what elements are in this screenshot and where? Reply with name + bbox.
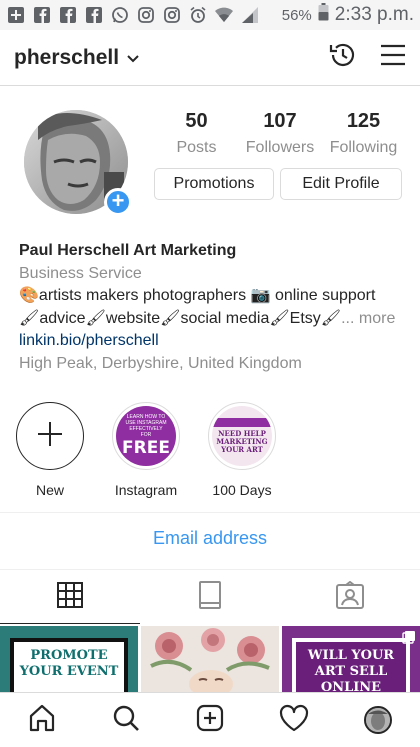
battery-level: 56%	[281, 6, 312, 24]
archive-history-icon[interactable]	[328, 40, 358, 75]
chevron-down-icon[interactable]	[127, 50, 139, 66]
instagram-icon	[162, 5, 182, 25]
alarm-icon	[188, 5, 208, 25]
profile-avatar-container[interactable]: +	[24, 110, 132, 216]
followers-count[interactable]: 107 Followers	[239, 110, 322, 157]
profile-header: pherschell	[0, 30, 420, 86]
carousel-icon	[402, 630, 416, 649]
highlight-cover-band	[212, 418, 272, 427]
post-text: PROMOTE YOUR EVENT	[10, 638, 128, 692]
highlight-circle[interactable]: LEARN HOW TO USE INSTAGRAM EFFECTIVELY F…	[112, 402, 180, 470]
activity-heart-icon	[279, 704, 309, 737]
search-icon	[112, 704, 140, 737]
post-text: WILL YOUR ART SELL ONLINE	[292, 638, 410, 692]
profile-tabs	[0, 570, 420, 624]
whatsapp-icon	[110, 5, 130, 25]
tagged-feed-icon	[198, 580, 222, 614]
instagram-icon	[136, 5, 156, 25]
facebook-icon	[32, 5, 52, 25]
highlight-cover: LEARN HOW TO USE INSTAGRAM EFFECTIVELY F…	[116, 406, 176, 466]
bottom-navigation	[0, 692, 420, 747]
tab-tagged[interactable]	[280, 570, 420, 624]
battery-icon	[318, 3, 329, 27]
highlight-cover-text: NEED HELP MARKETING YOUR ART	[216, 429, 268, 454]
nav-new-post[interactable]	[168, 693, 252, 747]
tab-grid[interactable]	[0, 570, 140, 624]
new-post-icon	[196, 704, 224, 737]
highlight-circle[interactable]	[16, 402, 84, 470]
stat-value: 125	[346, 110, 381, 132]
highlight-label: Instagram	[114, 482, 178, 498]
bio-line-2: 🖌advice🖌website🖌social media🖌Etsy🖌	[19, 309, 342, 327]
add-box-icon	[6, 5, 26, 25]
posts-count[interactable]: 50 Posts	[155, 110, 238, 157]
stat-label: Posts	[176, 139, 217, 156]
home-icon	[28, 704, 56, 737]
plus-icon	[37, 421, 63, 452]
stat-label: Followers	[245, 139, 315, 156]
nav-home[interactable]	[0, 693, 84, 747]
divider	[0, 512, 420, 513]
highlight-100-days[interactable]: NEED HELP MARKETING YOUR ART 100 Days	[192, 402, 292, 498]
nav-search[interactable]	[84, 693, 168, 747]
highlight-circle[interactable]: NEED HELP MARKETING YOUR ART	[208, 402, 276, 470]
email-address-button[interactable]: Email address	[0, 528, 420, 549]
location[interactable]: High Peak, Derbyshire, United Kingdom	[19, 353, 409, 376]
menu-icon[interactable]	[380, 44, 406, 71]
profile-avatar	[364, 706, 392, 734]
clock: 2:33 p.m.	[334, 4, 414, 25]
more-link[interactable]: ... more	[341, 310, 395, 327]
posts-grid: PROMOTE YOUR EVENT WILL YOUR ART SELL ON…	[0, 626, 420, 692]
facebook-icon	[58, 5, 78, 25]
tagged-person-icon	[336, 580, 364, 614]
signal-icon	[240, 5, 260, 25]
highlight-cover: NEED HELP MARKETING YOUR ART	[212, 406, 272, 466]
following-count[interactable]: 125 Following	[322, 110, 405, 157]
add-story-badge[interactable]: +	[104, 188, 132, 216]
highlight-new[interactable]: New	[0, 402, 100, 498]
post-thumbnail[interactable]: WILL YOUR ART SELL ONLINE	[282, 626, 420, 692]
edit-profile-button[interactable]: Edit Profile	[280, 168, 402, 200]
grid-icon	[57, 581, 83, 613]
highlight-label: New	[35, 482, 64, 498]
status-bar: 56% 2:33 p.m.	[0, 0, 420, 30]
nav-profile[interactable]	[336, 693, 420, 747]
wifi-icon	[214, 5, 234, 25]
profile-stats: 50 Posts 107 Followers 125 Following	[155, 110, 405, 157]
promotions-button[interactable]: Promotions	[154, 168, 274, 200]
stat-label: Following	[329, 139, 398, 156]
bio-line-2-wrap: 🖌advice🖌website🖌social media🖌Etsy🖌... mo…	[19, 308, 409, 331]
tab-feed[interactable]	[140, 570, 280, 624]
highlight-cover-text: LEARN HOW TO USE INSTAGRAM EFFECTIVELY F…	[125, 414, 167, 438]
bio-line-1: 🎨artists makers photographers 📷 online s…	[19, 287, 376, 305]
post-thumbnail[interactable]	[141, 626, 279, 692]
username[interactable]: pherschell	[14, 46, 119, 70]
nav-activity[interactable]	[252, 693, 336, 747]
business-category: Business Service	[19, 264, 142, 282]
stat-value: 50	[185, 110, 208, 132]
highlight-instagram[interactable]: LEARN HOW TO USE INSTAGRAM EFFECTIVELY F…	[96, 402, 196, 498]
post-thumbnail[interactable]: PROMOTE YOUR EVENT	[0, 626, 138, 692]
profile-display-name: Paul Herschell Art Marketing	[19, 242, 237, 259]
bio-link[interactable]: linkin.bio/pherschell	[19, 330, 409, 353]
profile-bio: Paul Herschell Art Marketing Business Se…	[19, 240, 409, 376]
highlight-cover-big: FREE	[122, 438, 170, 458]
stat-value: 107	[263, 110, 297, 132]
notification-icons	[6, 5, 260, 25]
highlight-label: 100 Days	[212, 482, 272, 498]
facebook-icon	[84, 5, 104, 25]
floral-artwork	[141, 626, 279, 692]
